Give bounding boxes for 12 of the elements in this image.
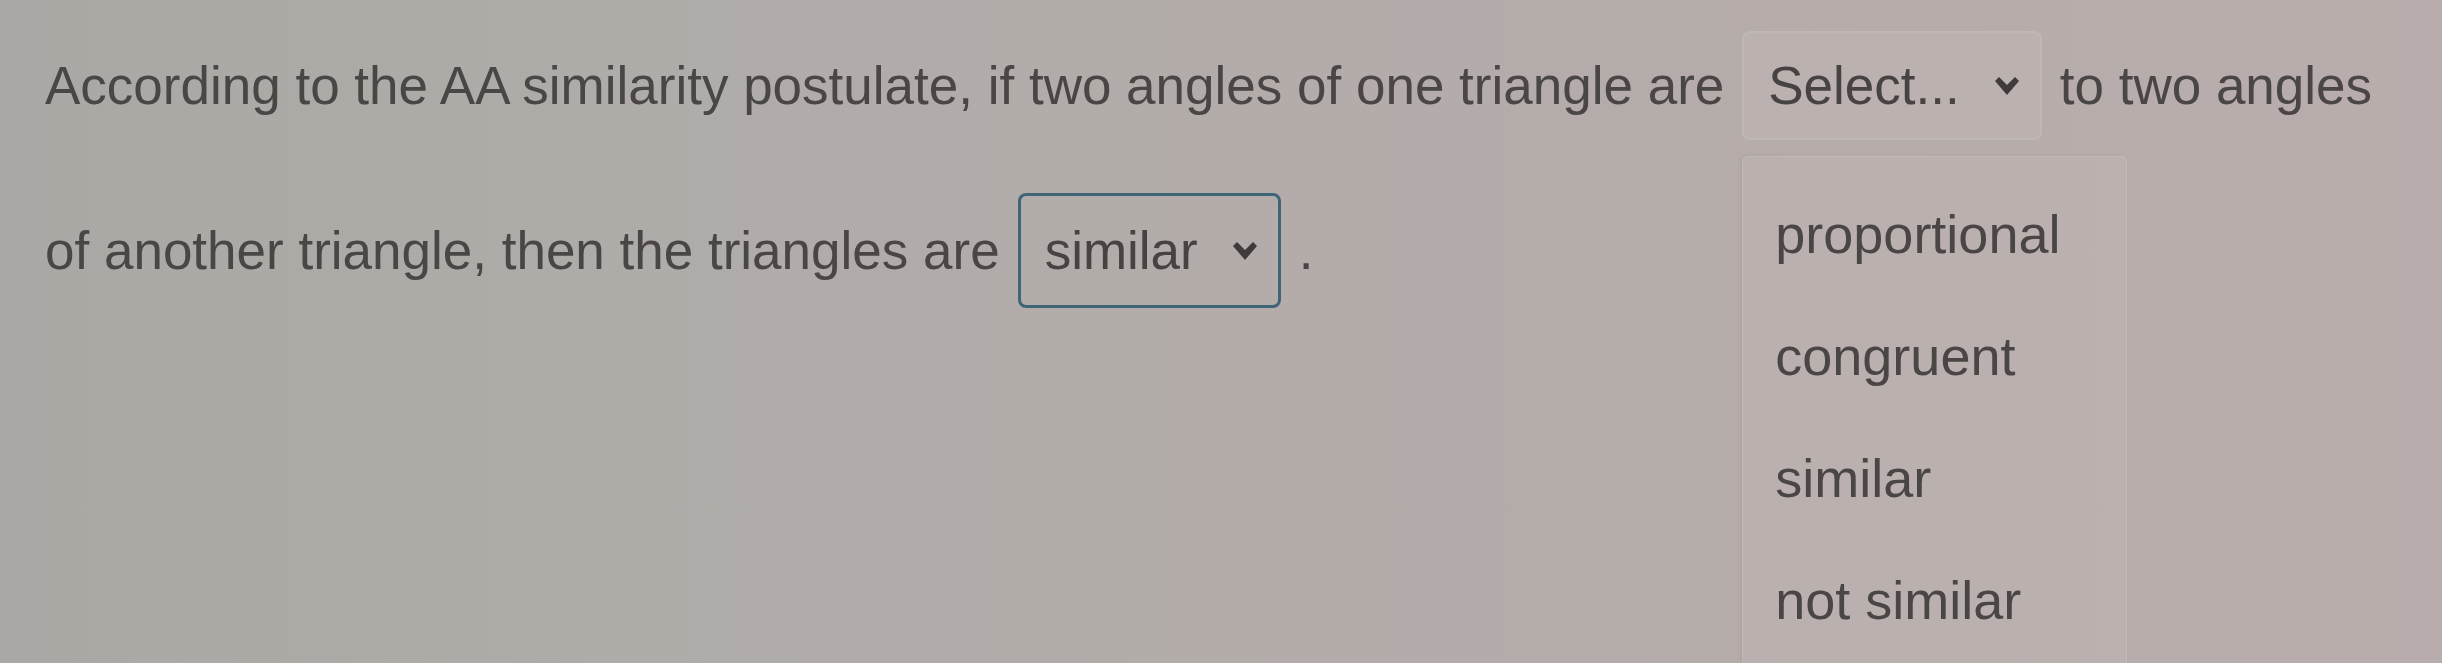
- dropdown-option[interactable]: not similar: [1743, 539, 2127, 661]
- chevron-down-icon: [1993, 76, 2020, 95]
- dropdown-option[interactable]: proportional: [1743, 173, 2127, 295]
- chevron-down-icon: [1231, 241, 1258, 260]
- dropdown-option[interactable]: congruent: [1743, 295, 2127, 417]
- dropdown-option[interactable]: similar: [1743, 417, 2127, 539]
- sentence-text: to two angles: [2059, 54, 2373, 117]
- sentence-text: According to the AA similarity postulate, if two angles of one triangle are: [45, 54, 1725, 117]
- dropdown-select[interactable]: Select...: [1742, 31, 2042, 140]
- sentence-text: .: [1298, 219, 1314, 282]
- sentence-text: of another triangle, then the triangles are: [45, 219, 1000, 282]
- dropdown-select[interactable]: similar: [1017, 193, 1281, 308]
